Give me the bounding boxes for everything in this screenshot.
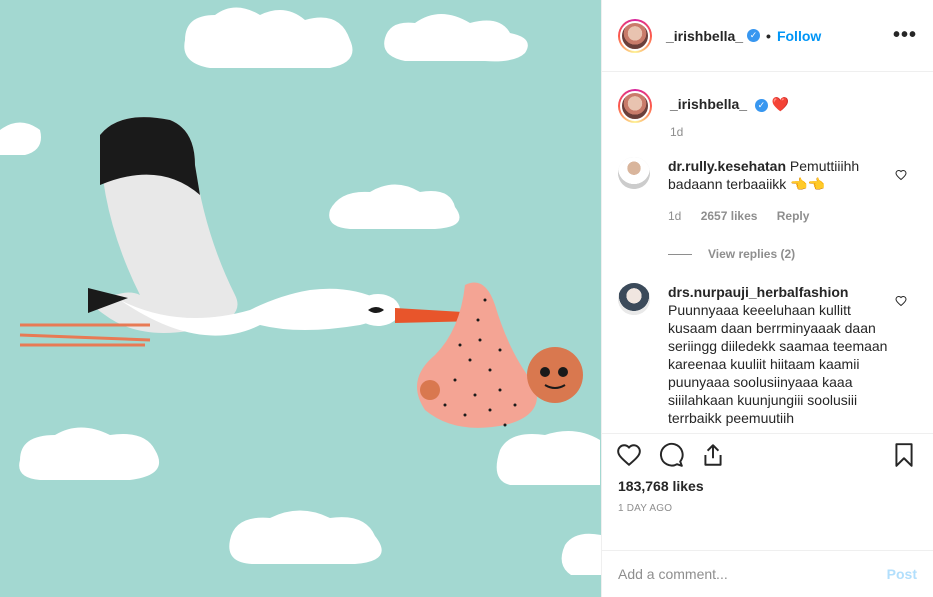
post-header: _irishbella_ ✓ • Follow ••• [602,0,933,72]
caption-username[interactable]: _irishbella_ [670,96,747,112]
comment-age[interactable]: 1d [668,209,681,223]
more-options-icon[interactable]: ••• [893,24,917,47]
separator: • [766,27,771,44]
comment-text: Puunnyaaa keeeluhaan kullitt kusaam daan… [668,302,888,426]
verified-badge-icon: ✓ [754,98,768,112]
view-replies-label[interactable]: View replies (2) [708,247,795,261]
caption-avatar[interactable] [618,89,652,123]
author-avatar[interactable] [618,18,652,53]
post-button[interactable]: Post [887,566,917,582]
comment-input[interactable] [618,566,887,582]
like-comment-icon[interactable] [895,169,907,181]
bookmark-icon[interactable] [891,442,917,468]
share-icon[interactable] [700,442,726,468]
reply-button[interactable]: Reply [777,209,810,223]
author-username[interactable]: _irishbella_ [666,28,743,44]
commenter-avatar[interactable] [618,157,650,189]
caption-age[interactable]: 1d [670,125,683,139]
comment-likes[interactable]: 2657 likes [701,209,758,223]
post-side-panel: _irishbella_ ✓ • Follow ••• _irishbella_… [601,0,933,597]
caption-text: ❤️ [771,96,790,112]
stork-illustration [0,0,601,597]
caption: _irishbella_ ✓ ❤️ 1d [618,89,917,141]
post-timestamp[interactable]: 1 DAY AGO [618,503,917,514]
post-actions: 183,768 likes 1 DAY AGO [602,433,933,514]
heart-icon[interactable] [616,442,642,468]
comment-item: dr.rully.kesehatan Pemuttiiihh badaann t… [618,157,917,225]
view-replies-button[interactable]: View replies (2) [668,247,917,261]
add-comment-bar: Post [602,550,933,597]
verified-badge-icon: ✓ [747,29,761,42]
like-comment-icon[interactable] [895,295,907,307]
likes-count[interactable]: 183,768 likes [618,478,917,494]
action-icons [616,434,917,476]
comments-list[interactable]: _irishbella_ ✓ ❤️ 1d dr.rully.kesehatan … [602,73,933,433]
instagram-post: _irishbella_ ✓ • Follow ••• _irishbella_… [0,0,933,597]
comment-username[interactable]: dr.rully.kesehatan [668,158,786,174]
commenter-avatar[interactable] [618,283,650,315]
comment-username[interactable]: drs.nurpauji_herbalfashion [668,284,848,300]
follow-button[interactable]: Follow [777,28,821,44]
comment-icon[interactable] [658,442,684,468]
post-image[interactable] [0,0,601,597]
replies-line [668,253,692,255]
comment-item: drs.nurpauji_herbalfashion Puunnyaaa kee… [618,283,917,427]
